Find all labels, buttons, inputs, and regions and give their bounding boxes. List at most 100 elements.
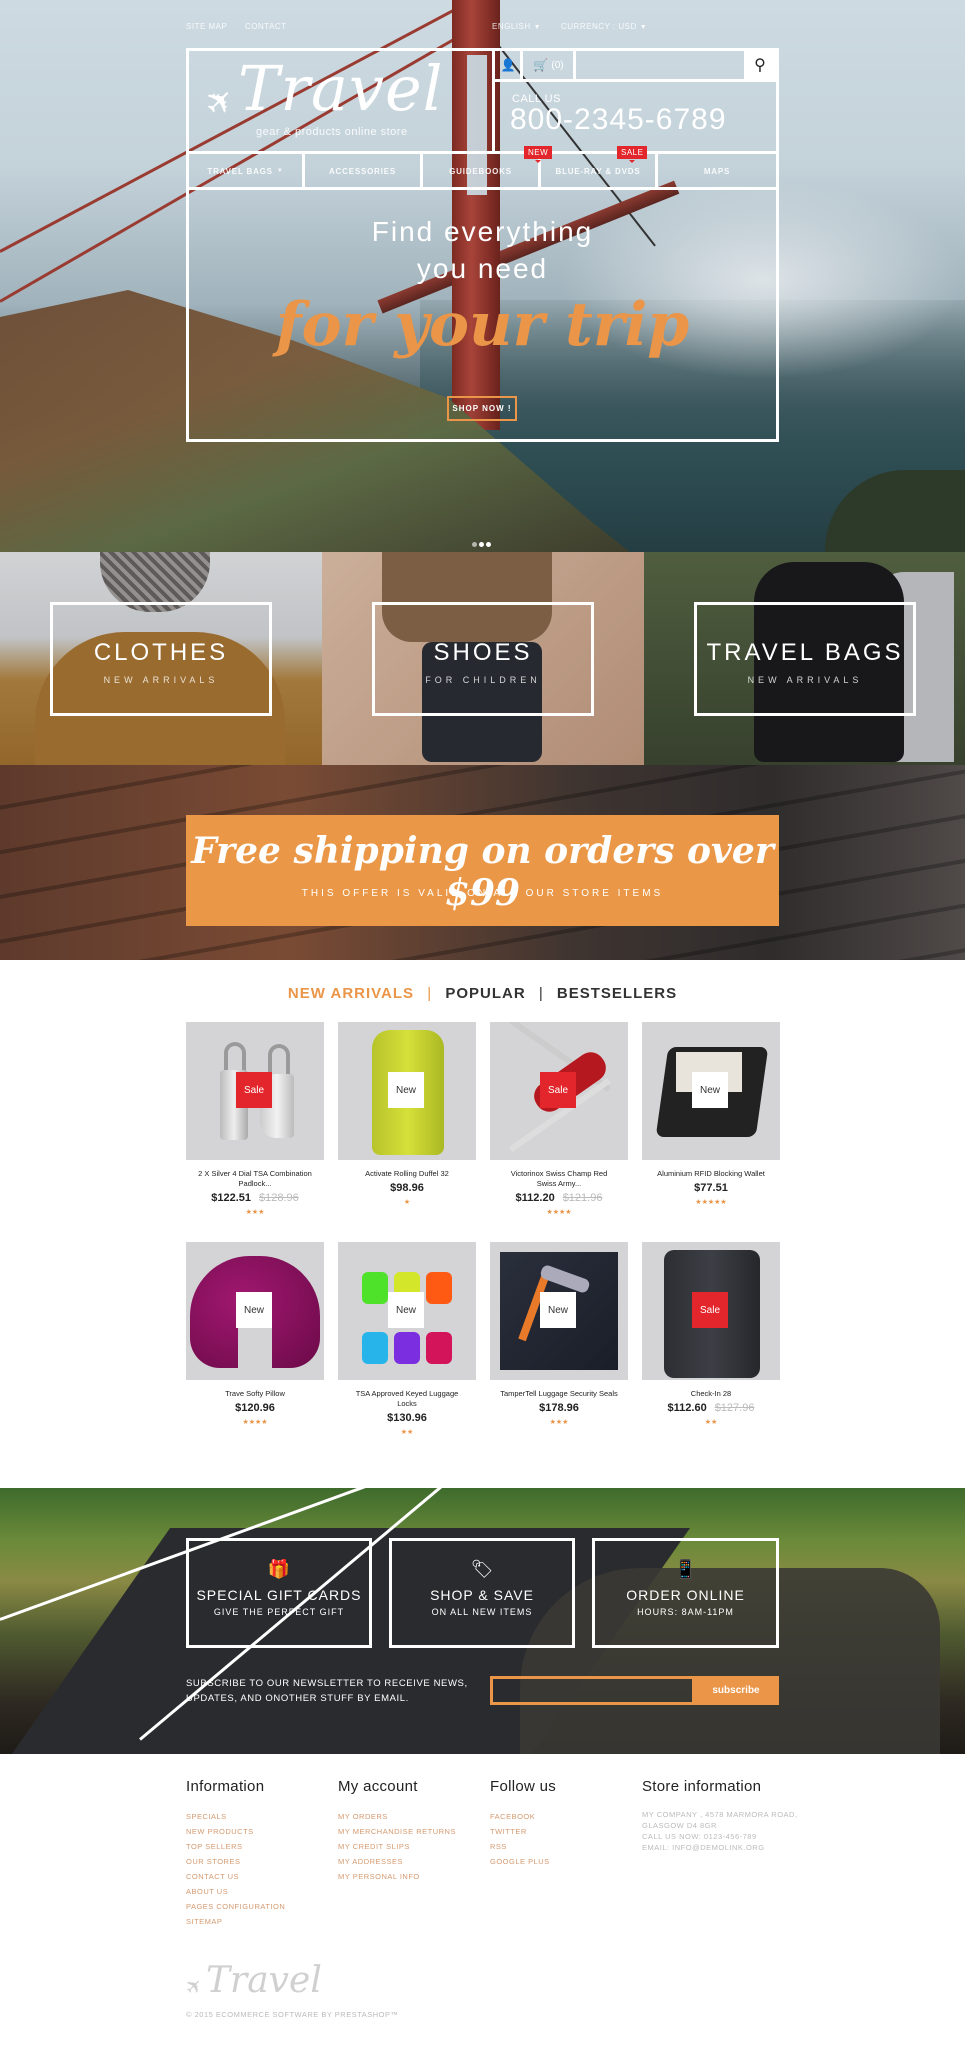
product-image[interactable]: New bbox=[642, 1022, 780, 1160]
tab-new-arrivals[interactable]: NEW ARRIVALS bbox=[288, 985, 414, 1002]
product-card[interactable]: New Aluminium RFID Blocking Wallet $77.51 ★… bbox=[642, 1022, 780, 1206]
language-selector[interactable]: ENGLISH ▼ bbox=[492, 22, 541, 31]
cart-button[interactable]: 🛒 (0) bbox=[524, 51, 573, 79]
footer-link[interactable]: GOOGLE PLUS bbox=[490, 1854, 556, 1869]
service-title: ORDER ONLINE bbox=[626, 1587, 745, 1603]
caret-down-icon: ▼ bbox=[276, 168, 284, 174]
tab-bestsellers[interactable]: BESTSELLERS bbox=[557, 985, 677, 1002]
nav-item-accessories[interactable]: ACCESSORIES bbox=[305, 155, 420, 187]
product-image[interactable]: New bbox=[338, 1022, 476, 1160]
hero-heading-line1: Find everything bbox=[371, 216, 594, 247]
slider-dot-active[interactable] bbox=[479, 542, 484, 547]
star-icon: ★ bbox=[258, 1209, 265, 1216]
shop-now-button[interactable]: SHOP NOW ! bbox=[447, 396, 517, 421]
footer-link[interactable]: MY CREDIT SLIPS bbox=[338, 1839, 456, 1854]
header-divider bbox=[492, 48, 495, 154]
product-name[interactable]: TamperTell Luggage Security Seals bbox=[490, 1389, 628, 1399]
service-shop-save[interactable]: 🏷 SHOP & SAVE ON ALL NEW ITEMS bbox=[389, 1538, 575, 1648]
new-badge: New bbox=[540, 1292, 576, 1328]
footer-link[interactable]: FACEBOOK bbox=[490, 1809, 556, 1824]
product-name[interactable]: Victorinox Swiss Champ Red Swiss Army... bbox=[490, 1169, 628, 1189]
slider-dot[interactable] bbox=[486, 542, 491, 547]
product-name[interactable]: 2 X Silver 4 Dial TSA Combination Padloc… bbox=[186, 1169, 324, 1189]
product-image[interactable]: New bbox=[490, 1242, 628, 1380]
account-button[interactable]: 👤 bbox=[496, 51, 520, 79]
service-gift-cards[interactable]: 🎁 SPECIAL GIFT CARDS GIVE THE PERFECT GI… bbox=[186, 1538, 372, 1648]
product-card[interactable]: Sale 2 X Silver 4 Dial TSA Combination Pa… bbox=[186, 1022, 324, 1216]
product-name[interactable]: Activate Rolling Duffel 32 bbox=[338, 1169, 476, 1179]
caret-down-icon: ▼ bbox=[533, 24, 542, 31]
cart-count: (0) bbox=[551, 59, 564, 71]
product-image[interactable]: New bbox=[186, 1242, 324, 1380]
footer-link[interactable]: OUR STORES bbox=[186, 1854, 285, 1869]
nav-item-guidebooks[interactable]: GUIDEBOOKS bbox=[423, 155, 538, 187]
product-card[interactable]: Sale Check-In 28 $112.60 $127.96 ★★ bbox=[642, 1242, 780, 1426]
footer-link[interactable]: CONTACT US bbox=[186, 1869, 285, 1884]
category-frame: CLOTHES NEW ARRIVALS bbox=[50, 602, 272, 716]
product-image[interactable]: Sale bbox=[642, 1242, 780, 1380]
search-button[interactable]: ⚲ bbox=[744, 51, 776, 79]
category-banner-shoes[interactable]: SHOES FOR CHILDREN bbox=[322, 552, 644, 765]
slider-dot[interactable] bbox=[472, 542, 477, 547]
tab-popular[interactable]: POPULAR bbox=[445, 985, 525, 1002]
product-prices: $112.20 $121.96 bbox=[490, 1192, 628, 1204]
product-name[interactable]: Check-In 28 bbox=[642, 1389, 780, 1399]
airplane-icon: ✈ bbox=[181, 1973, 209, 2001]
product-name[interactable]: Trave Softy Pillow bbox=[186, 1389, 324, 1399]
product-card[interactable]: New TSA Approved Keyed Luggage Locks $130.… bbox=[338, 1242, 476, 1436]
footer-link[interactable]: PAGES CONFIGURATION bbox=[186, 1899, 285, 1914]
site-map-link[interactable]: SITE MAP bbox=[186, 22, 227, 31]
caret-down-icon: ▼ bbox=[639, 24, 648, 31]
star-icon: ★ bbox=[261, 1419, 268, 1426]
footer-heading: My account bbox=[338, 1778, 418, 1795]
nav-label: GUIDEBOOKS bbox=[449, 166, 512, 176]
footer-link[interactable]: ABOUT US bbox=[186, 1884, 285, 1899]
user-icon: 👤 bbox=[500, 58, 516, 72]
footer-link[interactable]: TWITTER bbox=[490, 1824, 556, 1839]
new-badge: New bbox=[692, 1072, 728, 1108]
product-price: $122.51 bbox=[211, 1192, 251, 1204]
product-name[interactable]: TSA Approved Keyed Luggage Locks bbox=[338, 1389, 476, 1409]
footer-heading: Store information bbox=[642, 1778, 762, 1795]
footer-link[interactable]: MY MERCHANDISE RETURNS bbox=[338, 1824, 456, 1839]
nav-item-maps[interactable]: MAPS bbox=[658, 155, 776, 187]
footer-link[interactable]: MY ORDERS bbox=[338, 1809, 456, 1824]
footer-link[interactable]: SPECIALS bbox=[186, 1809, 285, 1824]
category-title: TRAVEL BAGS bbox=[706, 639, 904, 666]
footer-link[interactable]: MY PERSONAL INFO bbox=[338, 1869, 456, 1884]
category-banner-travel-bags[interactable]: TRAVEL BAGS NEW ARRIVALS bbox=[644, 552, 965, 765]
product-card[interactable]: New Activate Rolling Duffel 32 $98.96 ★ bbox=[338, 1022, 476, 1206]
star-icon: ★ bbox=[562, 1419, 569, 1426]
category-title: CLOTHES bbox=[93, 639, 229, 666]
service-order-online[interactable]: 📱 ORDER ONLINE HOURS: 8AM-11PM bbox=[592, 1538, 779, 1648]
footer-link[interactable]: NEW PRODUCTS bbox=[186, 1824, 285, 1839]
subscribe-button[interactable]: subscribe bbox=[693, 1676, 779, 1705]
phone-number: 800-2345-6789 bbox=[510, 103, 727, 136]
footer-heading: Information bbox=[186, 1778, 265, 1795]
header-divider bbox=[186, 151, 779, 154]
currency-selector[interactable]: CURRENCY : USD ▼ bbox=[561, 22, 647, 31]
category-subtitle: NEW ARRIVALS bbox=[747, 675, 863, 685]
search-input[interactable] bbox=[577, 51, 743, 79]
contact-link[interactable]: CONTACT bbox=[245, 22, 287, 31]
footer-link[interactable]: SITEMAP bbox=[186, 1914, 285, 1929]
product-card[interactable]: Sale Victorinox Swiss Champ Red Swiss Arm… bbox=[490, 1022, 628, 1216]
product-card[interactable]: New Trave Softy Pillow $120.96 ★★★★ bbox=[186, 1242, 324, 1426]
product-name[interactable]: Aluminium RFID Blocking Wallet bbox=[642, 1169, 780, 1179]
product-image[interactable]: Sale bbox=[186, 1022, 324, 1160]
nav-item-travel-bags[interactable]: TRAVEL BAGS ▼ bbox=[189, 155, 302, 187]
category-subtitle: FOR CHILDREN bbox=[425, 675, 541, 685]
footer-link[interactable]: TOP SELLERS bbox=[186, 1839, 285, 1854]
newsletter-email-input[interactable] bbox=[490, 1676, 695, 1705]
star-icon: ★ bbox=[565, 1209, 572, 1216]
product-card[interactable]: New TamperTell Luggage Security Seals $178… bbox=[490, 1242, 628, 1426]
product-image[interactable]: Sale bbox=[490, 1022, 628, 1160]
sale-badge: Sale bbox=[540, 1072, 576, 1108]
footer-link[interactable]: MY ADDRESSES bbox=[338, 1854, 456, 1869]
star-icon: ★ bbox=[407, 1429, 414, 1436]
nav-item-blue-ray-dvds[interactable]: BLUE-RAY & DVDS bbox=[541, 155, 655, 187]
product-rating: ★★ bbox=[642, 1418, 780, 1426]
footer-link[interactable]: RSS bbox=[490, 1839, 556, 1854]
product-image[interactable]: New bbox=[338, 1242, 476, 1380]
category-banner-clothes[interactable]: CLOTHES NEW ARRIVALS bbox=[0, 552, 322, 765]
